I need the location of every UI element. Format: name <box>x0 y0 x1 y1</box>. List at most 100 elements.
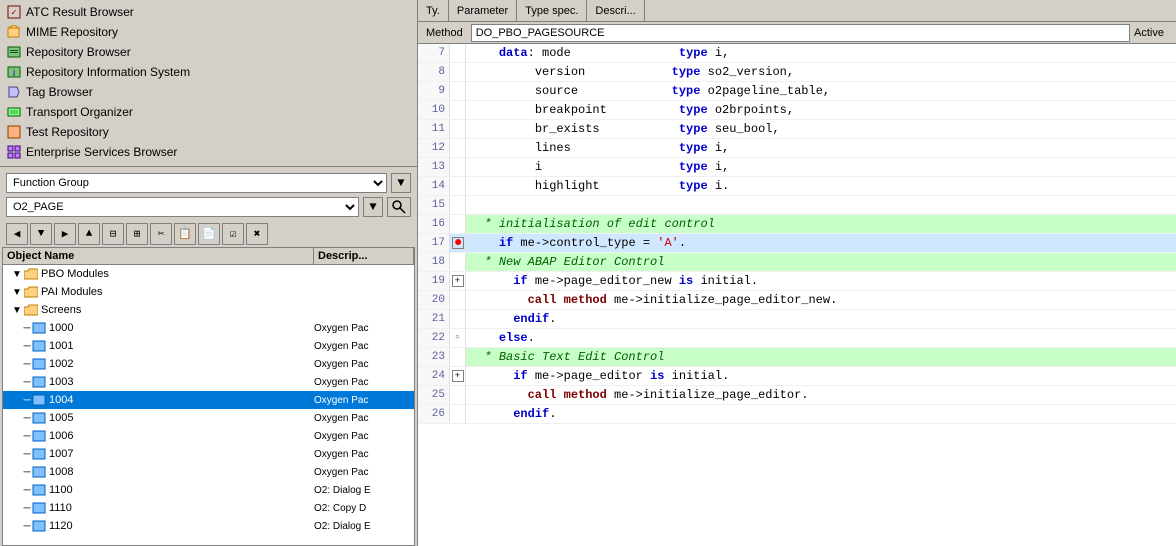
screen-1000-icon <box>31 320 47 336</box>
atc-icon: ✓ <box>6 4 22 20</box>
code-content-24: if me->page_editor is initial. <box>466 367 1176 385</box>
tree-item-1008[interactable]: ─ 1008 Oxygen Pac <box>3 463 414 481</box>
line-num-15: 15 <box>418 196 450 214</box>
method-input[interactable] <box>471 24 1130 42</box>
line-num-9: 9 <box>418 82 450 100</box>
expand-1000[interactable]: ─ <box>23 322 31 334</box>
right-panel: Ty. Parameter Type spec. Descri... Metho… <box>418 0 1176 546</box>
fold-11 <box>450 120 466 138</box>
screen-1002-icon <box>31 356 47 372</box>
tab-ty[interactable]: Ty. <box>418 0 449 21</box>
tree-item-1004[interactable]: ─ 1004 Oxygen Pac <box>3 391 414 409</box>
nav-repo[interactable]: Repository Browser <box>0 42 417 62</box>
line-num-10: 10 <box>418 101 450 119</box>
code-content-13: i type i, <box>466 158 1176 176</box>
tree-item-1001[interactable]: ─ 1001 Oxygen Pac <box>3 337 414 355</box>
tab-descri[interactable]: Descri... <box>587 0 644 21</box>
tree-item-1006[interactable]: ─ 1006 Oxygen Pac <box>3 427 414 445</box>
fold-8 <box>450 63 466 81</box>
screen-1003-icon <box>31 374 47 390</box>
new-btn[interactable]: 📄 <box>198 223 220 245</box>
tree-item-screens[interactable]: ▼ Screens <box>3 301 414 319</box>
repoinfo-icon: i <box>6 64 22 80</box>
expand-btn[interactable]: ⊞ <box>126 223 148 245</box>
tree-item-1002[interactable]: ─ 1002 Oxygen Pac <box>3 355 414 373</box>
code-line-23: 23 * Basic Text Edit Control <box>418 348 1176 367</box>
nav-mime[interactable]: MIME Repository <box>0 22 417 42</box>
collapse-btn[interactable]: ⊟ <box>102 223 124 245</box>
line-num-24: 24 <box>418 367 450 385</box>
nav-tag[interactable]: Tag Browser <box>0 82 417 102</box>
code-content-11: br_exists type seu_bool, <box>466 120 1176 138</box>
type-dropdown[interactable]: Function Group <box>6 173 387 193</box>
expand-screens[interactable]: ▼ <box>11 304 23 316</box>
code-line-11: 11 br_exists type seu_bool, <box>418 120 1176 139</box>
delete-btn[interactable]: ✖ <box>246 223 268 245</box>
fold-24[interactable]: + <box>450 367 466 385</box>
nav-enterprise[interactable]: Enterprise Services Browser <box>0 142 417 162</box>
transport-icon <box>6 104 22 120</box>
tree-item-1100[interactable]: ─ 1100 O2: Dialog E <box>3 481 414 499</box>
tree-item-pbo[interactable]: ▼ PBO Modules <box>3 265 414 283</box>
fold-17[interactable]: ● - <box>450 234 466 252</box>
method-bar: Method Active <box>418 22 1176 44</box>
code-line-10: 10 breakpoint type o2brpoints, <box>418 101 1176 120</box>
code-line-22: 22 ◦ else. <box>418 329 1176 348</box>
copy-btn[interactable]: 📋 <box>174 223 196 245</box>
code-area[interactable]: 7 data: mode type i, 8 version type so2_… <box>418 44 1176 546</box>
tab-typespec[interactable]: Type spec. <box>517 0 587 21</box>
expand-pai[interactable]: ▼ <box>11 286 23 298</box>
screen-1008-icon <box>31 464 47 480</box>
line-num-7: 7 <box>418 44 450 62</box>
tree-item-1003[interactable]: ─ 1003 Oxygen Pac <box>3 373 414 391</box>
fold-19[interactable]: + <box>450 272 466 290</box>
svg-text:✓: ✓ <box>11 8 18 17</box>
code-line-12: 12 lines type i, <box>418 139 1176 158</box>
expand-pbo[interactable]: ▼ <box>11 268 23 280</box>
folder-screens-icon <box>23 302 39 318</box>
nav-transport[interactable]: Transport Organizer <box>0 102 417 122</box>
code-line-16: 16 * initialisation of edit control <box>418 215 1176 234</box>
forward-button[interactable]: ▶ <box>54 223 76 245</box>
code-content-17: if me->control_type = 'A'. <box>466 234 1176 252</box>
type-dropdown-arrow[interactable]: ▼ <box>391 173 411 193</box>
nav-divider <box>0 166 417 167</box>
tree-item-1000[interactable]: ─ 1000 Oxygen Pac <box>3 319 414 337</box>
code-line-9: 9 source type o2pageline_table, <box>418 82 1176 101</box>
code-content-19: if me->page_editor_new is initial. <box>466 272 1176 290</box>
object-dropdown-arrow[interactable]: ▼ <box>363 197 383 217</box>
code-content-22: else. <box>466 329 1176 347</box>
back-button[interactable]: ◀ <box>6 223 28 245</box>
tab-parameter[interactable]: Parameter <box>449 0 517 21</box>
cut-btn[interactable]: ✂ <box>150 223 172 245</box>
object-dropdown[interactable]: O2_PAGE <box>6 197 359 217</box>
line-num-26: 26 <box>418 405 450 423</box>
code-line-7: 7 data: mode type i, <box>418 44 1176 63</box>
dropdown-btn[interactable]: ▼ <box>30 223 52 245</box>
code-content-18: * New ABAP Editor Control <box>466 253 1176 271</box>
nav-repoinfo[interactable]: i Repository Information System <box>0 62 417 82</box>
code-line-15: 15 <box>418 196 1176 215</box>
nav-atc[interactable]: ✓ ATC Result Browser <box>0 2 417 22</box>
line-num-21: 21 <box>418 310 450 328</box>
object-filter-row: O2_PAGE ▼ <box>6 197 411 217</box>
tree-item-1120[interactable]: ─ 1120 O2: Dialog E <box>3 517 414 535</box>
fold-10 <box>450 101 466 119</box>
tree-item-pai[interactable]: ▼ PAI Modules <box>3 283 414 301</box>
tree-item-1110[interactable]: ─ 1110 O2: Copy D <box>3 499 414 517</box>
code-content-23: * Basic Text Edit Control <box>466 348 1176 366</box>
search-button[interactable] <box>387 197 411 217</box>
code-line-26: 26 endif. <box>418 405 1176 424</box>
line-num-12: 12 <box>418 139 450 157</box>
tree-item-1005[interactable]: ─ 1005 Oxygen Pac <box>3 409 414 427</box>
select-btn[interactable]: ☑ <box>222 223 244 245</box>
up-button[interactable]: ▲ <box>78 223 100 245</box>
tree-item-1007[interactable]: ─ 1007 Oxygen Pac <box>3 445 414 463</box>
nav-test[interactable]: Test Repository <box>0 122 417 142</box>
fold-18 <box>450 253 466 271</box>
line-num-13: 13 <box>418 158 450 176</box>
code-content-10: breakpoint type o2brpoints, <box>466 101 1176 119</box>
screen-1001-icon <box>31 338 47 354</box>
code-content-9: source type o2pageline_table, <box>466 82 1176 100</box>
code-content-26: endif. <box>466 405 1176 423</box>
